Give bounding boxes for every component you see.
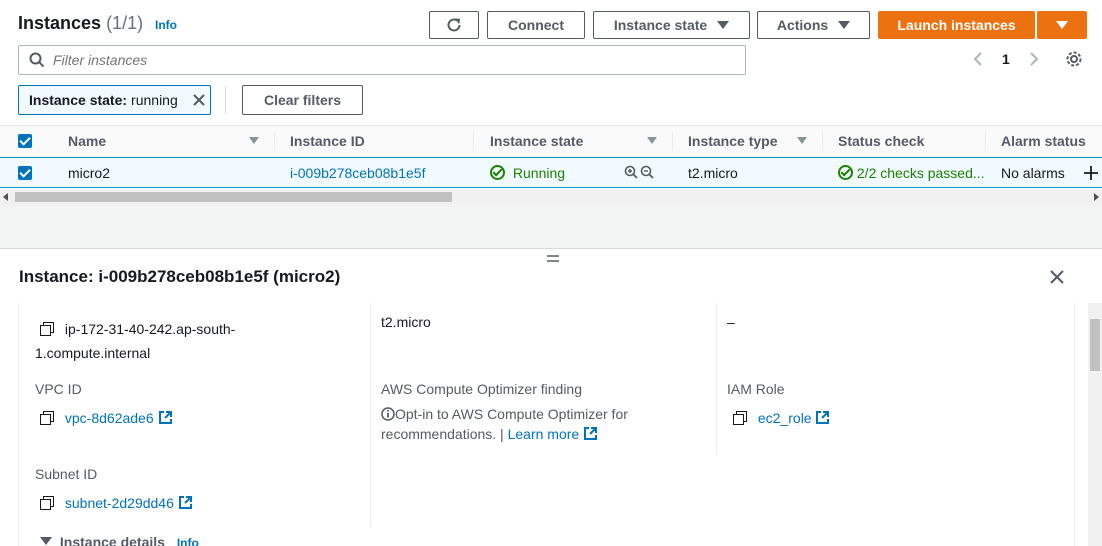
caret-down-icon [838,21,851,29]
external-link-icon[interactable] [158,410,173,425]
iam-role-link[interactable]: ec2_role [758,410,812,426]
column-divider [370,303,371,527]
drag-handle-icon[interactable] [546,255,560,263]
optimizer-label: AWS Compute Optimizer finding [381,381,582,397]
zoom-icons[interactable] [624,165,656,181]
sort-caret-icon[interactable] [647,137,657,144]
column-divider [822,131,823,151]
select-all-checkbox[interactable] [18,134,32,148]
empty-value: – [727,314,735,330]
iam-role-label: IAM Role [727,381,785,397]
vpc-value: vpc-8d62ade6 [40,410,173,426]
column-divider [274,131,275,151]
copy-icon[interactable] [40,496,54,510]
external-link-icon[interactable] [178,495,193,510]
settings-gear-icon[interactable] [1065,50,1083,68]
info-link[interactable]: Info [177,536,199,546]
column-header-status-check[interactable]: Status check [838,133,924,149]
info-link[interactable]: Info [155,18,177,32]
cell-alarm-status: No alarms [1001,165,1065,181]
detail-title: Instance: i-009b278ceb08b1e5f (micro2) [19,267,341,286]
filter-chip: Instance state: running [18,85,211,115]
close-panel-icon[interactable] [1049,269,1065,285]
scroll-left-icon[interactable] [3,193,9,201]
add-alarm-icon[interactable] [1083,165,1099,181]
caret-down-icon [1056,21,1068,29]
close-icon[interactable] [192,93,206,107]
sort-caret-icon[interactable] [249,137,259,144]
column-divider [716,303,717,455]
actions-button[interactable]: Actions [757,11,870,39]
split-panel-gap [0,205,1102,249]
vpc-link[interactable]: vpc-8d62ade6 [65,410,154,426]
clear-filters-button[interactable]: Clear filters [242,85,363,115]
optimizer-finding: Opt-in to AWS Compute Optimizer for reco… [381,406,628,442]
scroll-right-icon[interactable] [1094,193,1100,201]
column-header-instance-id[interactable]: Instance ID [290,133,365,149]
instance-details-section[interactable]: Instance details Info [40,534,199,546]
status-check: 2/2 checks passed... [838,165,985,181]
search-field[interactable] [18,45,746,75]
vpc-label: VPC ID [35,381,82,397]
private-dns: ip-172-31-40-242.ap-south- 1.compute.int… [35,321,236,361]
subnet-label: Subnet ID [35,466,98,482]
refresh-icon [447,18,461,32]
cell-instance-type: t2.micro [688,165,738,181]
subnet-link[interactable]: subnet-2d29dd46 [65,495,174,511]
learn-more-link[interactable]: Learn more [508,426,580,442]
sort-caret-icon[interactable] [797,137,807,144]
vertical-scrollbar[interactable] [1088,303,1102,546]
launch-dropdown-button[interactable] [1037,11,1087,39]
page-title: Instances (1/1) [18,13,144,33]
success-check-icon [490,165,505,180]
search-input[interactable] [53,52,703,68]
refresh-button[interactable] [429,11,479,39]
copy-icon[interactable] [733,411,747,425]
column-divider [473,131,474,151]
copy-icon[interactable] [40,411,54,425]
column-header-instance-state[interactable]: Instance state [490,133,583,149]
subnet-value: subnet-2d29dd46 [40,495,193,511]
current-page[interactable]: 1 [1002,51,1010,67]
divider [225,86,226,114]
instance-count: (1/1) [106,13,144,33]
info-circle-icon [381,407,395,421]
instance-state-button[interactable]: Instance state [593,11,750,39]
copy-icon[interactable] [40,322,54,336]
caret-down-icon [40,537,52,545]
prev-page-icon[interactable] [972,51,984,67]
external-link-icon[interactable] [583,426,598,441]
horizontal-scrollbar[interactable] [0,189,1102,205]
column-divider [672,131,673,151]
column-header-instance-type[interactable]: Instance type [688,133,777,149]
success-check-icon [838,165,853,180]
instance-type-value: t2.micro [381,314,431,330]
running-status: Running [490,165,565,181]
launch-instances-button[interactable]: Launch instances [878,11,1035,39]
cell-name: micro2 [68,165,111,181]
caret-down-icon [717,21,730,29]
instance-id-link[interactable]: i-009b278ceb08b1e5f [290,165,425,181]
column-divider [985,131,986,151]
column-header-name[interactable]: Name [68,133,106,149]
external-link-icon[interactable] [815,410,830,425]
search-icon [29,52,45,68]
next-page-icon[interactable] [1028,51,1040,67]
iam-role-value: ec2_role [733,410,830,426]
column-header-alarm-status[interactable]: Alarm status [1001,133,1086,149]
scrollbar-thumb[interactable] [15,192,452,202]
scrollbar-thumb[interactable] [1090,319,1100,371]
connect-button[interactable]: Connect [487,11,585,39]
row-checkbox[interactable] [18,166,32,180]
